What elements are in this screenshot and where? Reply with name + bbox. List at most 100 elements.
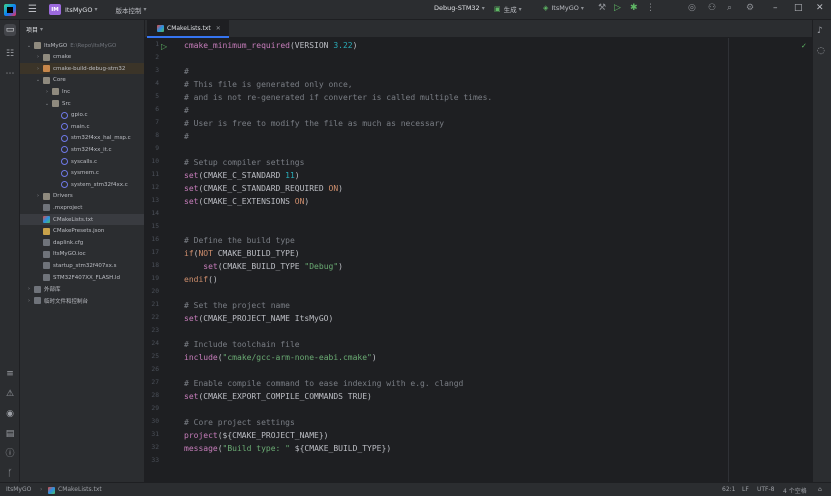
- terminal-icon[interactable]: ▤: [4, 428, 16, 440]
- tree-item[interactable]: system_stm32f4xx.c: [20, 179, 144, 190]
- chevron-right-icon[interactable]: ›: [26, 286, 32, 292]
- tree-item[interactable]: STM32F407XX_FLASH.ld: [20, 272, 144, 283]
- tree-item[interactable]: › cmake: [20, 52, 144, 63]
- line-separator[interactable]: LF: [742, 486, 749, 493]
- breadcrumb-separator: ›: [40, 486, 43, 493]
- lock-icon[interactable]: ⌂: [818, 486, 822, 493]
- tree-item[interactable]: stm32f4xx_it.c: [20, 144, 144, 155]
- tree-item[interactable]: ⌄ Src: [20, 98, 144, 109]
- project-panel-header[interactable]: 项目 ▾: [20, 20, 144, 38]
- problems-circle-icon[interactable]: ⓘ: [4, 448, 16, 460]
- tree-item-label: syscalls.c: [71, 158, 98, 165]
- more-actions-icon[interactable]: ⋮: [646, 3, 655, 13]
- left-tool-strip: ▭ ☷ ⋯ ≡ ⚠ ◉ ▤ ⓘ ᚴ: [0, 20, 20, 482]
- debug-icon[interactable]: ✱: [630, 3, 638, 13]
- services-icon[interactable]: ◉: [4, 408, 16, 420]
- project-switcher[interactable]: ItsMyGO: [65, 6, 92, 14]
- tree-item-label: startup_stm32f407xx.s: [53, 262, 117, 269]
- problems-icon[interactable]: ⚠: [4, 388, 16, 400]
- tab-cmakelists[interactable]: CMakeLists.txt ✕: [147, 20, 229, 38]
- code-line: message("Build type: " ${CMAKE_BUILD_TYP…: [184, 444, 392, 453]
- tree-item[interactable]: › Inc: [20, 86, 144, 97]
- editor-tab-bar: CMakeLists.txt ✕: [145, 20, 812, 38]
- tree-item[interactable]: CMakePresets.json: [20, 226, 144, 237]
- run-cmake-icon[interactable]: ▷: [161, 42, 167, 51]
- line-number: 23: [151, 327, 159, 334]
- target-selector[interactable]: ◈ ItsMyGO ▾: [543, 4, 584, 12]
- run-icon[interactable]: ▷: [614, 3, 621, 13]
- code-line: project(${CMAKE_PROJECT_NAME}): [184, 431, 329, 440]
- search-icon[interactable]: ⌕: [727, 3, 732, 13]
- tree-item[interactable]: › 临时文件和控制台: [20, 295, 144, 306]
- main-menu-icon[interactable]: ☰: [28, 4, 37, 15]
- code-line: #: [184, 132, 189, 141]
- project-path-hint: E:\Repo\ItsMyGO: [70, 42, 117, 49]
- tree-item-label: Drivers: [53, 193, 73, 200]
- chevron-down-icon[interactable]: ⌄: [44, 101, 50, 107]
- settings-gear-icon[interactable]: ⚙: [746, 3, 754, 13]
- git-branch-icon[interactable]: ᚴ: [4, 468, 16, 480]
- chevron-right-icon[interactable]: ›: [35, 193, 41, 199]
- tree-item[interactable]: ItsMyGO.ioc: [20, 249, 144, 260]
- close-icon[interactable]: ✕: [816, 3, 824, 13]
- tree-item[interactable]: CMakeLists.txt: [20, 214, 144, 225]
- line-number: 5: [155, 93, 159, 100]
- todo-list-icon[interactable]: ≡: [4, 368, 16, 380]
- status-bar: ItsMyGO › CMakeLists.txt 62:1 LF UTF-8 4…: [0, 482, 831, 496]
- chevron-right-icon[interactable]: ›: [35, 66, 41, 72]
- tree-item[interactable]: daplink.cfg: [20, 237, 144, 248]
- tree-item-label: cmake: [53, 54, 72, 61]
- file-icon: [43, 239, 50, 247]
- chevron-right-icon[interactable]: ›: [44, 89, 50, 95]
- folder-icon: [43, 192, 50, 200]
- tree-item-label: Core: [53, 77, 66, 84]
- c-file-icon: [61, 146, 68, 154]
- tree-item[interactable]: ⌄ Core: [20, 75, 144, 86]
- structure-icon[interactable]: ☷: [4, 48, 16, 60]
- title-bar: ☰ IM ItsMyGO ▾ 版本控制 ▾ Debug-STM32 ▾ ▣ 生成 ▾ …: [0, 0, 831, 20]
- code-line: set(CMAKE_C_STANDARD 11): [184, 171, 300, 180]
- tree-item-label: .mxproject: [53, 204, 83, 211]
- more-tools-icon[interactable]: ⋯: [4, 68, 16, 80]
- file-encoding[interactable]: UTF-8: [757, 486, 775, 493]
- tree-item[interactable]: › 外部库: [20, 284, 144, 295]
- run-config-selector[interactable]: Debug-STM32 ▾: [434, 4, 485, 12]
- tree-item[interactable]: main.c: [20, 121, 144, 132]
- close-tab-icon[interactable]: ✕: [216, 25, 221, 32]
- tree-item[interactable]: sysmem.c: [20, 168, 144, 179]
- indent-setting[interactable]: 4 个空格: [783, 486, 807, 495]
- ai-chat-icon[interactable]: ◌: [817, 46, 825, 56]
- tree-item[interactable]: .mxproject: [20, 202, 144, 213]
- chevron-down-icon[interactable]: ⌄: [26, 43, 32, 49]
- chevron-down-icon[interactable]: ⌄: [35, 77, 41, 83]
- line-number: 20: [151, 288, 159, 295]
- minimize-icon[interactable]: –: [773, 3, 778, 13]
- project-folder-icon[interactable]: ▭: [4, 24, 16, 36]
- generate-selector[interactable]: ▣ 生成 ▾: [494, 4, 522, 14]
- tree-item[interactable]: ⌄ ItsMyGO E:\Repo\ItsMyGO: [20, 40, 144, 51]
- project-panel: 项目 ▾ ⌄ ItsMyGO E:\Repo\ItsMyGO › cmake › cmake…: [20, 20, 145, 482]
- cmake-file-icon: [43, 216, 50, 223]
- caret-position[interactable]: 62:1: [722, 486, 735, 493]
- code-editor[interactable]: cmake_minimum_required(VERSION 3.22) # # T…: [184, 38, 812, 482]
- notifications-bell-icon[interactable]: ♪: [817, 26, 823, 36]
- tree-item[interactable]: syscalls.c: [20, 156, 144, 167]
- chevron-right-icon[interactable]: ›: [26, 298, 32, 304]
- tree-item[interactable]: startup_stm32f407xx.s: [20, 260, 144, 271]
- ai-assistant-icon[interactable]: ◎: [688, 3, 696, 13]
- tree-item[interactable]: stm32f4xx_hal_msp.c: [20, 133, 144, 144]
- tree-item[interactable]: gpio.c: [20, 110, 144, 121]
- chevron-right-icon[interactable]: ›: [35, 54, 41, 60]
- tree-item[interactable]: › cmake-build-debug-stm32: [20, 63, 144, 75]
- vcs-menu[interactable]: 版本控制: [115, 5, 141, 15]
- code-line: # Set the project name: [184, 301, 290, 310]
- status-file[interactable]: CMakeLists.txt: [58, 486, 102, 493]
- maximize-icon[interactable]: □: [794, 3, 803, 13]
- line-number: 21: [151, 301, 159, 308]
- code-line: # Core project settings: [184, 418, 295, 427]
- build-hammer-icon[interactable]: ⚒: [598, 3, 606, 13]
- code-line: set(CMAKE_C_STANDARD_REQUIRED ON): [184, 184, 343, 193]
- tree-item[interactable]: › Drivers: [20, 191, 144, 202]
- status-project[interactable]: ItsMyGO: [6, 486, 31, 493]
- add-user-icon[interactable]: ⚇: [708, 3, 716, 13]
